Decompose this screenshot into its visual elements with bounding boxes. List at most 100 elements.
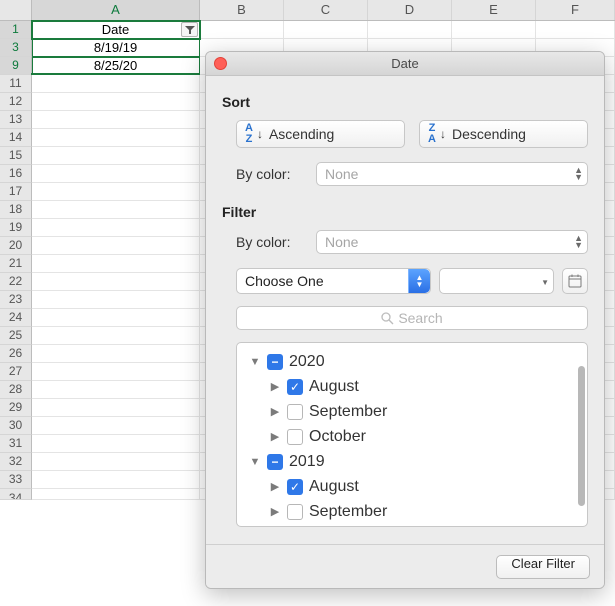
col-header-a[interactable]: A xyxy=(32,0,200,20)
cell[interactable] xyxy=(452,21,536,39)
sort-by-color-select[interactable]: None ▲▼ xyxy=(316,162,588,186)
row-header[interactable]: 21 xyxy=(0,255,32,273)
disclosure-right-icon[interactable]: ▶ xyxy=(269,505,281,518)
checkbox[interactable] xyxy=(287,504,303,520)
checkbox[interactable]: ✓ xyxy=(287,379,303,395)
cell[interactable] xyxy=(32,237,200,255)
row-header[interactable]: 18 xyxy=(0,201,32,219)
col-header-d[interactable]: D xyxy=(368,0,452,20)
close-icon[interactable] xyxy=(214,57,227,70)
clear-filter-button[interactable]: Clear Filter xyxy=(496,555,590,579)
row-header[interactable]: 19 xyxy=(0,219,32,237)
row-header[interactable]: 22 xyxy=(0,273,32,291)
cell[interactable] xyxy=(32,309,200,327)
col-header-c[interactable]: C xyxy=(284,0,368,20)
cell[interactable] xyxy=(32,471,200,489)
tree-node[interactable]: ▶October xyxy=(241,524,583,527)
row-header[interactable]: 12 xyxy=(0,93,32,111)
row-header[interactable]: 33 xyxy=(0,471,32,489)
cell[interactable] xyxy=(32,165,200,183)
filter-search-input[interactable]: Search xyxy=(236,306,588,330)
select-all-corner[interactable] xyxy=(0,0,32,20)
row-header[interactable]: 13 xyxy=(0,111,32,129)
disclosure-down-icon[interactable]: ▼ xyxy=(249,356,261,368)
cell[interactable] xyxy=(536,21,615,39)
cell[interactable] xyxy=(32,75,200,93)
checkbox[interactable]: ✓ xyxy=(287,479,303,495)
cell[interactable] xyxy=(32,183,200,201)
tree-node[interactable]: ▶✓August xyxy=(241,474,583,499)
cell[interactable] xyxy=(32,219,200,237)
cell[interactable] xyxy=(32,201,200,219)
cell[interactable] xyxy=(32,93,200,111)
cell[interactable] xyxy=(32,417,200,435)
checkbox[interactable] xyxy=(287,429,303,445)
row-header[interactable]: 28 xyxy=(0,381,32,399)
row-header[interactable]: 11 xyxy=(0,75,32,93)
row-header[interactable]: 1 xyxy=(0,21,32,39)
cell[interactable] xyxy=(32,255,200,273)
cell[interactable] xyxy=(32,273,200,291)
row-header[interactable]: 14 xyxy=(0,129,32,147)
tree-node[interactable]: ▼−2020 xyxy=(241,349,583,374)
disclosure-right-icon[interactable]: ▶ xyxy=(269,430,281,443)
filter-by-color-select[interactable]: None ▲▼ xyxy=(316,230,588,254)
row-header[interactable]: 15 xyxy=(0,147,32,165)
cell[interactable] xyxy=(32,129,200,147)
row-header[interactable]: 9 xyxy=(0,57,32,75)
disclosure-down-icon[interactable]: ▼ xyxy=(249,456,261,468)
popup-titlebar[interactable]: Date xyxy=(206,52,604,76)
cell[interactable] xyxy=(32,147,200,165)
row-header[interactable]: 31 xyxy=(0,435,32,453)
row-header[interactable]: 23 xyxy=(0,291,32,309)
cell[interactable]: 8/19/19 xyxy=(32,39,200,57)
tree-node[interactable]: ▼−2019 xyxy=(241,449,583,474)
row-header[interactable]: 30 xyxy=(0,417,32,435)
cell[interactable] xyxy=(32,381,200,399)
row-header[interactable]: 25 xyxy=(0,327,32,345)
row-header[interactable]: 27 xyxy=(0,363,32,381)
row-header[interactable]: 17 xyxy=(0,183,32,201)
row-header[interactable]: 24 xyxy=(0,309,32,327)
row-header[interactable]: 32 xyxy=(0,453,32,471)
date-picker-button[interactable] xyxy=(562,268,588,294)
cell[interactable] xyxy=(32,435,200,453)
col-header-f[interactable]: F xyxy=(536,0,615,20)
checkbox[interactable]: − xyxy=(267,454,283,470)
cell[interactable] xyxy=(200,21,284,39)
cell[interactable] xyxy=(32,453,200,471)
cell[interactable]: Date xyxy=(32,21,200,39)
cell[interactable] xyxy=(32,363,200,381)
row-header[interactable]: 34 xyxy=(0,489,32,500)
row-header[interactable]: 3 xyxy=(0,39,32,57)
scrollbar[interactable] xyxy=(578,366,585,506)
checkbox[interactable] xyxy=(287,404,303,420)
cell[interactable] xyxy=(32,489,200,500)
row-header[interactable]: 16 xyxy=(0,165,32,183)
cell[interactable] xyxy=(284,21,368,39)
sort-ascending-button[interactable]: AZ ↓ Ascending xyxy=(236,120,405,148)
row-header[interactable]: 29 xyxy=(0,399,32,417)
cell[interactable] xyxy=(32,345,200,363)
cell[interactable] xyxy=(32,291,200,309)
col-header-b[interactable]: B xyxy=(200,0,284,20)
tree-node[interactable]: ▶September xyxy=(241,499,583,524)
cell[interactable] xyxy=(368,21,452,39)
tree-node[interactable]: ▶October xyxy=(241,424,583,449)
filter-dropdown-button[interactable] xyxy=(181,22,198,37)
sort-descending-button[interactable]: ZA ↓ Descending xyxy=(419,120,588,148)
row-header[interactable]: 26 xyxy=(0,345,32,363)
cell[interactable] xyxy=(32,111,200,129)
disclosure-right-icon[interactable]: ▶ xyxy=(269,480,281,493)
checkbox[interactable]: − xyxy=(267,354,283,370)
tree-node[interactable]: ▶✓August xyxy=(241,374,583,399)
cell[interactable] xyxy=(32,399,200,417)
filter-value-input[interactable]: ▼ xyxy=(439,268,554,294)
filter-condition-select[interactable]: Choose One ▲▼ xyxy=(236,268,431,294)
col-header-e[interactable]: E xyxy=(452,0,536,20)
tree-node[interactable]: ▶September xyxy=(241,399,583,424)
cell[interactable]: 8/25/20 xyxy=(32,57,200,75)
disclosure-right-icon[interactable]: ▶ xyxy=(269,405,281,418)
disclosure-right-icon[interactable]: ▶ xyxy=(269,380,281,393)
cell[interactable] xyxy=(32,327,200,345)
